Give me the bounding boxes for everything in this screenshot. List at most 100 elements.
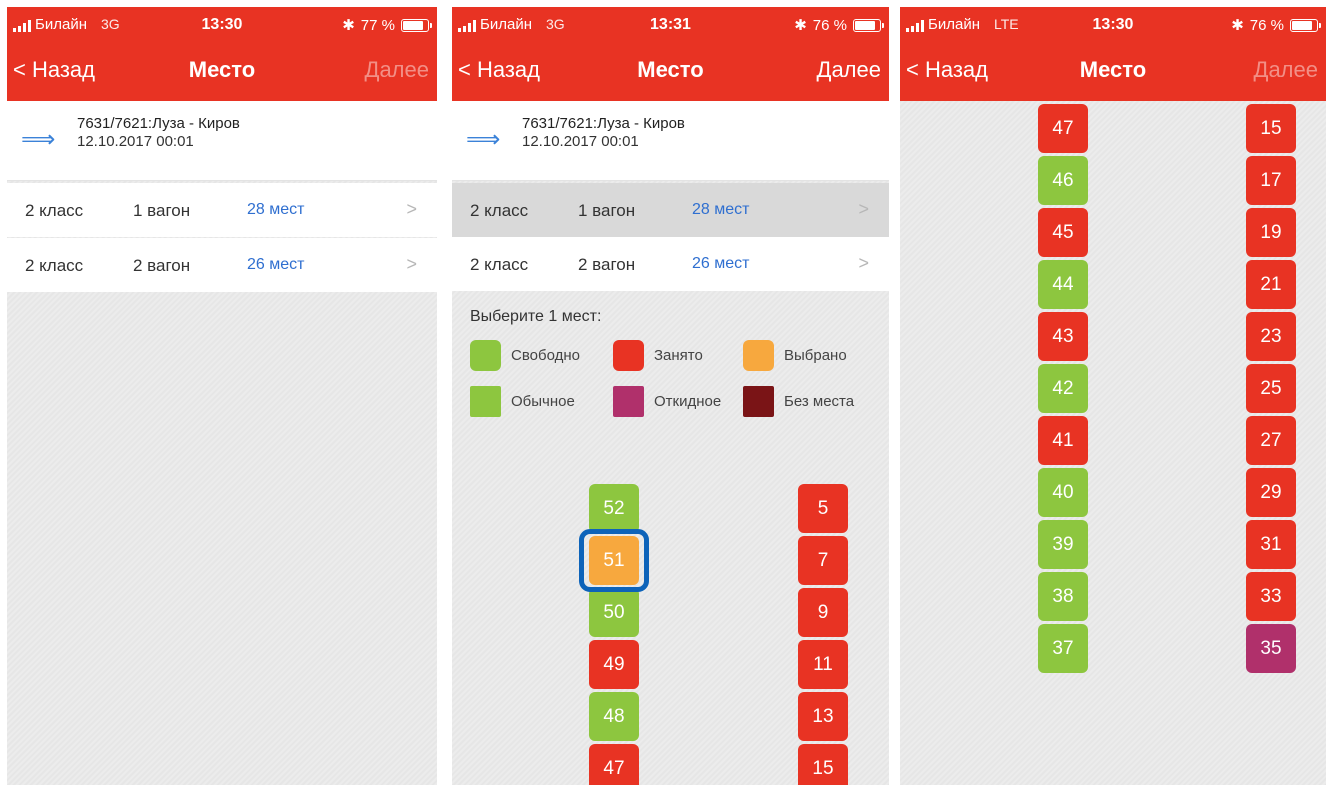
bluetooth-icon: ✱ [1231,17,1244,34]
chevron-right-icon: > [406,254,417,274]
seat-11[interactable]: 11 [798,640,848,689]
seat-48[interactable]: 48 [589,692,639,741]
bluetooth-icon: ✱ [794,17,807,34]
seat-31[interactable]: 31 [1246,520,1296,569]
battery-percent: 76 % [812,16,847,34]
legend-chosen: Выбрано [743,340,847,371]
wagon-row-2[interactable]: 2 класс 2 вагон 26 мест > [7,238,437,292]
seat-44[interactable]: 44 [1038,260,1088,309]
seat-47[interactable]: 47 [1038,104,1088,153]
train-route: 7631/7621:Луза - Киров [522,115,685,132]
legend-swatch-folding [613,386,644,417]
legend-label: Занято [654,347,703,364]
wagon-number: 2 вагон [133,256,191,275]
seat-50[interactable]: 50 [589,588,639,637]
legend-swatch-chosen [743,340,774,371]
legend-swatch-noseat [743,386,774,417]
nav-bar: < Назад Место Далее [7,53,437,87]
legend-noseat: Без места [743,386,854,417]
seat-5[interactable]: 5 [798,484,848,533]
seat-15[interactable]: 15 [1246,104,1296,153]
next-button[interactable]: Далее [817,57,881,83]
wagon-class: 2 класс [470,255,529,274]
seat-39[interactable]: 39 [1038,520,1088,569]
seat-38[interactable]: 38 [1038,572,1088,621]
seat-37[interactable]: 37 [1038,624,1088,673]
seat-41[interactable]: 41 [1038,416,1088,465]
wagon-seats: 28 мест [247,201,305,218]
chevron-right-icon: > [858,199,869,219]
train-date: 12.10.2017 00:01 [77,133,194,150]
legend-free: Свободно [470,340,580,371]
wagon-row-2[interactable]: 2 класс 2 вагон 26 мест > [452,237,889,291]
seat-47[interactable]: 47 [589,744,639,785]
seat-46[interactable]: 46 [1038,156,1088,205]
seat-15[interactable]: 15 [798,744,848,785]
seat-7[interactable]: 7 [798,536,848,585]
battery-percent: 77 % [360,16,395,34]
screen-seat-selection: Билайн 3G 13:31 ✱ 76 % < Назад Место Дал… [452,7,889,785]
battery-icon [1290,18,1321,32]
selected-seat-highlight [579,529,649,592]
chevron-right-icon: > [858,253,869,273]
seat-35[interactable]: 35 [1246,624,1296,673]
seat-29[interactable]: 29 [1246,468,1296,517]
arrow-right-icon: ⟹ [21,126,56,153]
seat-52[interactable]: 52 [589,484,639,533]
legend-label: Без места [784,393,855,410]
seat-21[interactable]: 21 [1246,260,1296,309]
chevron-right-icon: > [406,199,417,219]
status-bar: Билайн LTE 13:30 ✱ 76 % [900,7,1326,43]
top-bar: Билайн 3G 13:30 ✱ 77 % < Назад Место Дал… [7,7,437,101]
wagon-row-1[interactable]: 2 класс 1 вагон 28 мест > [7,183,437,237]
wagon-number: 2 вагон [578,255,636,274]
seat-25[interactable]: 25 [1246,364,1296,413]
battery-percent: 76 % [1249,16,1284,34]
wagon-seats: 26 мест [247,256,305,273]
seat-45[interactable]: 45 [1038,208,1088,257]
battery-icon [401,18,432,32]
next-button[interactable]: Далее [365,57,429,83]
legend-swatch-taken [613,340,644,371]
nav-bar: < Назад Место Далее [452,53,889,87]
wagon-class: 2 класс [470,201,529,220]
seat-23[interactable]: 23 [1246,312,1296,361]
seat-49[interactable]: 49 [589,640,639,689]
legend-swatch-free [470,340,501,371]
legend-taken: Занято [613,340,703,371]
screen-seat-map-scrolled: Билайн LTE 13:30 ✱ 76 % < Назад Место Да… [900,7,1326,785]
train-info: ⟹ 7631/7621:Луза - Киров 12.10.2017 00:0… [452,101,889,181]
top-bar: Билайн LTE 13:30 ✱ 76 % < Назад Место Да… [900,7,1326,101]
seat-33[interactable]: 33 [1246,572,1296,621]
legend-label: Обычное [511,393,575,410]
status-right: ✱ 76 % [794,16,884,34]
seat-prompt: Выберите 1 мест: [470,308,602,325]
seat-43[interactable]: 43 [1038,312,1088,361]
seat-19[interactable]: 19 [1246,208,1296,257]
train-route: 7631/7621:Луза - Киров [77,115,240,132]
next-button[interactable]: Далее [1254,57,1318,83]
legend-label: Выбрано [784,347,847,364]
seat-42[interactable]: 42 [1038,364,1088,413]
train-info: ⟹ 7631/7621:Луза - Киров 12.10.2017 00:0… [7,101,437,181]
wagon-row-1[interactable]: 2 класс 1 вагон 28 мест > [452,183,889,237]
seat-9[interactable]: 9 [798,588,848,637]
legend-label: Откидное [654,393,722,410]
status-right: ✱ 77 % [342,16,432,34]
legend-swatch-regular [470,386,501,417]
legend-label: Свободно [511,347,580,364]
screen-wagon-list: Билайн 3G 13:30 ✱ 77 % < Назад Место Дал… [7,7,437,785]
seat-27[interactable]: 27 [1246,416,1296,465]
wagon-class: 2 класс [25,201,84,220]
seat-17[interactable]: 17 [1246,156,1296,205]
status-bar: Билайн 3G 13:31 ✱ 76 % [452,7,889,43]
nav-bar: < Назад Место Далее [900,53,1326,87]
wagon-number: 1 вагон [578,201,636,220]
seat-40[interactable]: 40 [1038,468,1088,517]
wagon-seats: 26 мест [692,255,750,272]
train-date: 12.10.2017 00:01 [522,133,639,150]
seat-13[interactable]: 13 [798,692,848,741]
legend-folding: Откидное [613,386,721,417]
wagon-number: 1 вагон [133,201,191,220]
status-right: ✱ 76 % [1231,16,1321,34]
